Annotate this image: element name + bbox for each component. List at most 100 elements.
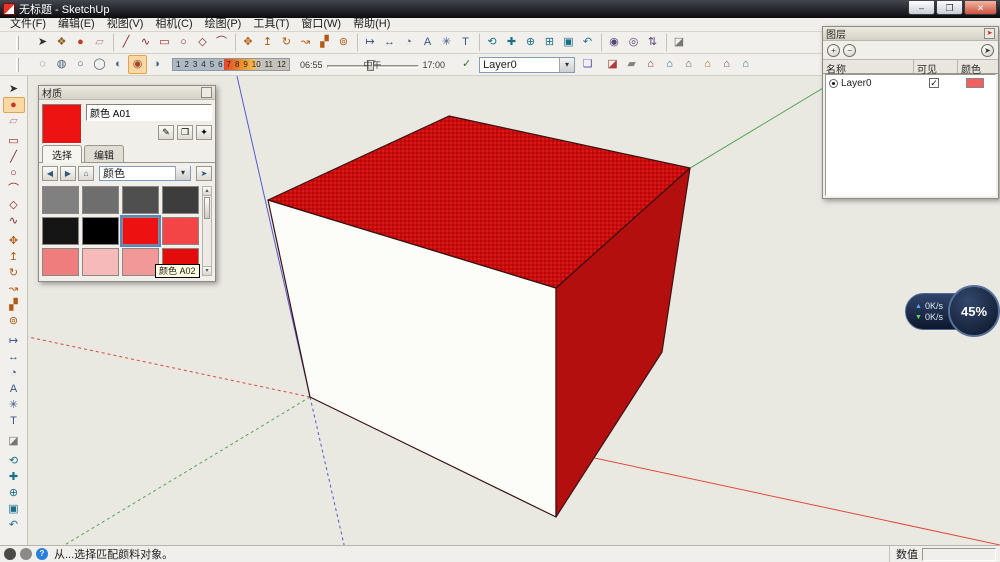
scale-button[interactable]: ▞: [315, 33, 334, 52]
shaded-button[interactable]: ◐: [109, 55, 128, 74]
model-cube[interactable]: [268, 116, 690, 517]
layer-dropdown[interactable]: Layer0 ▾: [479, 57, 575, 73]
current-layer-radio[interactable]: [829, 79, 838, 88]
back-arrow-button[interactable]: ◀: [42, 166, 58, 181]
layers-menu-button[interactable]: ➤: [981, 44, 994, 57]
dimension-button[interactable]: ↔: [3, 349, 25, 365]
axes-button[interactable]: ✳: [3, 397, 25, 413]
x-ray-button[interactable]: ◌: [33, 55, 52, 74]
previous-view-button[interactable]: ↶: [3, 517, 25, 533]
materials-tab[interactable]: 编辑: [84, 145, 124, 162]
make-component-button[interactable]: ❖: [52, 33, 71, 52]
tape-measure-button[interactable]: ↦: [3, 333, 25, 349]
materials-collapse-button[interactable]: [201, 87, 212, 98]
top-view-button[interactable]: ⌂: [660, 55, 679, 74]
forward-arrow-button[interactable]: ▶: [60, 166, 76, 181]
move-button[interactable]: ✥: [3, 233, 25, 249]
chevron-down-icon[interactable]: ▾: [559, 58, 574, 72]
back-view-button[interactable]: ⌂: [717, 55, 736, 74]
zoom-extents-button[interactable]: ▣: [559, 33, 578, 52]
layer-manager-button[interactable]: ❏: [578, 55, 597, 74]
scrollbar-thumb[interactable]: [204, 197, 210, 219]
line-button[interactable]: ╱: [113, 33, 136, 52]
select-button[interactable]: ➤: [3, 81, 25, 97]
zoom-button[interactable]: ⊕: [3, 485, 25, 501]
minimize-button[interactable]: –: [908, 1, 935, 15]
pan-button[interactable]: ✚: [3, 469, 25, 485]
material-swatch[interactable]: [42, 217, 79, 245]
toolbar-grip[interactable]: [16, 36, 19, 50]
palette-scrollbar[interactable]: ▴ ▾: [202, 186, 212, 276]
shadow-date-slider[interactable]: 123456789101112: [172, 58, 290, 71]
left-view-button[interactable]: ⌂: [736, 55, 755, 74]
iso-view-button[interactable]: ⌂: [641, 55, 660, 74]
orbit-button[interactable]: ⟲: [479, 33, 502, 52]
material-swatch[interactable]: [82, 217, 119, 245]
dimension-button[interactable]: ↔: [380, 33, 399, 52]
scroll-up-icon[interactable]: ▴: [203, 187, 211, 196]
menu-item[interactable]: 绘图(P): [199, 18, 248, 31]
text-button[interactable]: A: [3, 381, 25, 397]
follow-me-button[interactable]: ↝: [3, 281, 25, 297]
menu-item[interactable]: 视图(V): [101, 18, 150, 31]
rotate-button[interactable]: ↻: [277, 33, 296, 52]
tape-measure-button[interactable]: ↦: [357, 33, 380, 52]
circle-button[interactable]: ○: [174, 33, 193, 52]
layer-visible-checkbox[interactable]: ✓: [929, 78, 939, 88]
sample-paint-button[interactable]: ✎: [158, 125, 174, 140]
help-icon[interactable]: ?: [36, 548, 48, 560]
create-material-button[interactable]: ✦: [196, 125, 212, 140]
section-plane-button[interactable]: ◪: [666, 33, 689, 52]
push-pull-button[interactable]: ↥: [258, 33, 277, 52]
eraser-button[interactable]: ▱: [90, 33, 109, 52]
scroll-down-icon[interactable]: ▾: [203, 266, 211, 275]
name-column-header[interactable]: 名称: [823, 60, 914, 73]
usage-percent-ball[interactable]: 45%: [948, 285, 1000, 337]
time-slider-thumb[interactable]: [367, 60, 374, 71]
zoom-window-button[interactable]: ⊞: [540, 33, 559, 52]
layer-color-swatch[interactable]: [966, 78, 984, 88]
menu-item[interactable]: 窗口(W): [295, 18, 347, 31]
offset-button[interactable]: ⊚: [3, 313, 25, 329]
scale-button[interactable]: ▞: [3, 297, 25, 313]
material-swatch[interactable]: [122, 248, 159, 276]
section-cuts-toggle-button[interactable]: ▰: [622, 55, 641, 74]
speed-monitor-widget[interactable]: ▲ 0K/s ▼ 0K/s 45%: [905, 285, 1000, 337]
rectangle-button[interactable]: ▭: [155, 33, 174, 52]
delete-layer-button[interactable]: −: [843, 44, 856, 57]
menu-item[interactable]: 相机(C): [149, 18, 198, 31]
maximize-button[interactable]: ❐: [936, 1, 963, 15]
material-swatch[interactable]: [42, 186, 79, 214]
measurements-box[interactable]: [922, 548, 996, 561]
zoom-extents-button[interactable]: ▣: [3, 501, 25, 517]
zoom-button[interactable]: ⊕: [521, 33, 540, 52]
back-edges-button[interactable]: ◍: [52, 55, 71, 74]
layers-panel-header[interactable]: 图层 ➤: [823, 27, 998, 41]
toolbar-grip[interactable]: [16, 58, 19, 72]
rectangle-button[interactable]: ▭: [3, 133, 25, 149]
select-button[interactable]: ➤: [33, 33, 52, 52]
protractor-button[interactable]: ◔: [3, 365, 25, 381]
wireframe-button[interactable]: ○: [71, 55, 90, 74]
credits-icon[interactable]: [20, 548, 32, 560]
menu-item[interactable]: 文件(F): [4, 18, 52, 31]
push-pull-button[interactable]: ↥: [3, 249, 25, 265]
polygon-button[interactable]: ◇: [3, 197, 25, 213]
material-swatch[interactable]: [42, 248, 79, 276]
eraser-button[interactable]: ▱: [3, 113, 25, 129]
arc-button[interactable]: ⌒: [3, 181, 25, 197]
front-view-button[interactable]: ⌂: [679, 55, 698, 74]
display-secondary-pane-button[interactable]: ❐: [177, 125, 193, 140]
paint-bucket-button[interactable]: ●: [3, 97, 25, 113]
polygon-button[interactable]: ◇: [193, 33, 212, 52]
section-plane-button[interactable]: ◪: [3, 433, 25, 449]
shaded-textures-button[interactable]: ◉: [128, 55, 147, 74]
layers-detail-button[interactable]: ➤: [984, 28, 995, 39]
layer-check-button[interactable]: ✓: [457, 55, 476, 74]
line-button[interactable]: ╱: [3, 149, 25, 165]
rotate-button[interactable]: ↻: [3, 265, 25, 281]
axes-button[interactable]: ✳: [437, 33, 456, 52]
paint-bucket-button[interactable]: ●: [71, 33, 90, 52]
material-swatch[interactable]: [82, 186, 119, 214]
arc-button[interactable]: ⌒: [212, 33, 231, 52]
